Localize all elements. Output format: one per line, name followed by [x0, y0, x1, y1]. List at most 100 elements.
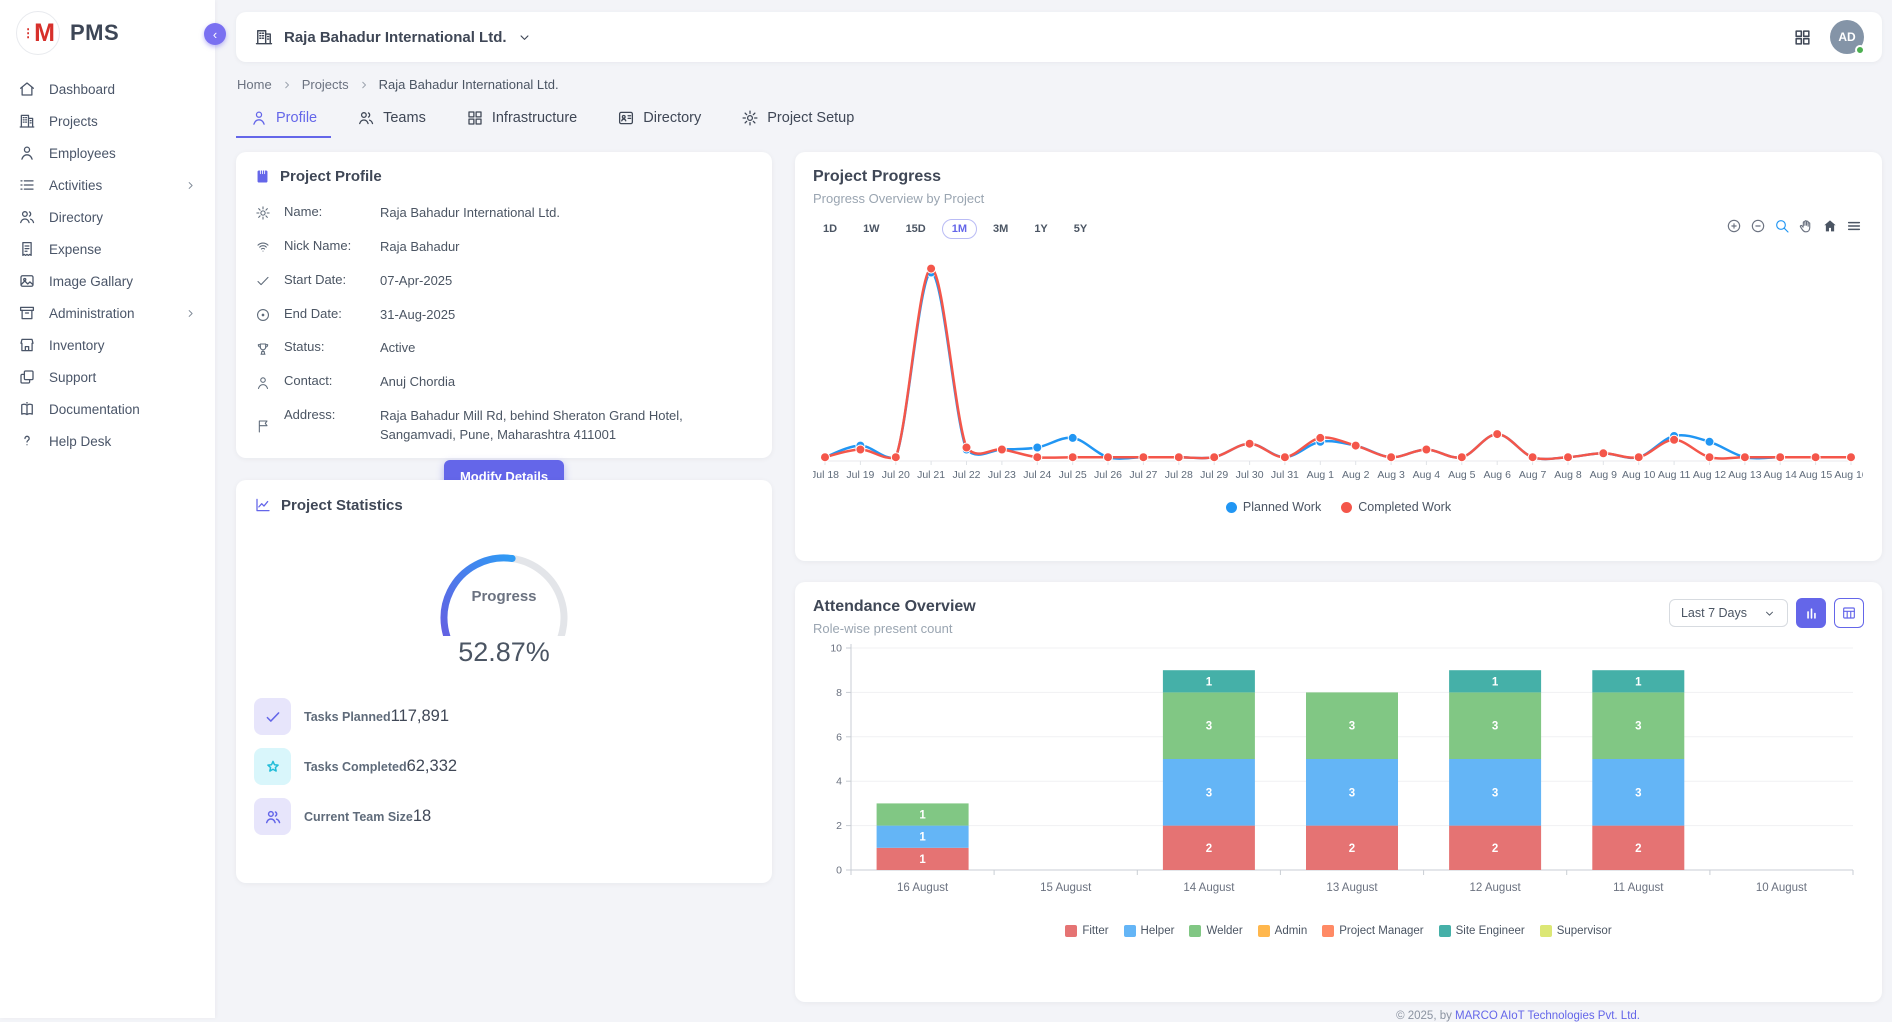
legend-project-manager[interactable]: Project Manager [1322, 925, 1423, 937]
company-selector[interactable]: Raja Bahadur International Ltd. [254, 27, 532, 47]
sidebar-item-documentation[interactable]: Documentation [0, 393, 215, 425]
menu-icon[interactable] [1846, 218, 1862, 234]
legend-helper[interactable]: Helper [1124, 925, 1175, 937]
sidebar-item-administration[interactable]: Administration [0, 297, 215, 329]
date-range-value: Last 7 Days [1681, 606, 1747, 620]
tab-teams[interactable]: Teams [343, 103, 440, 138]
signal-icon [255, 239, 271, 255]
svg-text:3: 3 [1635, 787, 1641, 799]
project-statistics-title-row: Project Statistics [254, 496, 754, 514]
legend-site-engineer[interactable]: Site Engineer [1439, 925, 1525, 937]
svg-text:2: 2 [1206, 843, 1212, 855]
zoom-out-icon[interactable] [1750, 218, 1766, 234]
sidebar-item-help-desk[interactable]: Help Desk [0, 425, 215, 457]
range-5y[interactable]: 5Y [1064, 219, 1097, 239]
tab-profile[interactable]: Profile [236, 103, 331, 138]
attendance-bar-chart[interactable]: 024681011116 August15 August233114 Augus… [813, 636, 1864, 923]
svg-text:2: 2 [1349, 843, 1355, 855]
tab-infrastructure[interactable]: Infrastructure [452, 103, 591, 138]
svg-text:Aug 6: Aug 6 [1483, 469, 1511, 481]
svg-text:Jul 30: Jul 30 [1236, 469, 1264, 481]
range-1w[interactable]: 1W [853, 219, 890, 239]
svg-text:3: 3 [1349, 721, 1355, 733]
sidebar-item-expense[interactable]: Expense [0, 233, 215, 265]
sidebar-item-activities[interactable]: Activities [0, 169, 215, 201]
table-icon [1841, 605, 1857, 621]
sidebar-item-dashboard[interactable]: Dashboard [0, 73, 215, 105]
legend-admin[interactable]: Admin [1258, 925, 1308, 937]
zoom-in-icon[interactable] [1726, 218, 1742, 234]
image-icon [18, 272, 36, 290]
svg-text:2: 2 [1492, 843, 1498, 855]
company-name: Raja Bahadur International Ltd. [284, 29, 507, 46]
user-avatar[interactable]: AD [1830, 20, 1864, 54]
svg-text:4: 4 [836, 776, 842, 788]
range-1m[interactable]: 1M [942, 219, 977, 239]
legend-completed-work[interactable]: Completed Work [1341, 500, 1451, 514]
sidebar-item-label: Projects [49, 114, 98, 129]
sidebar-item-inventory[interactable]: Inventory [0, 329, 215, 361]
line-chart-svg: Jul 18Jul 19Jul 20Jul 21Jul 22Jul 23Jul … [813, 243, 1863, 495]
field-label: Start Date: [284, 272, 368, 291]
svg-text:Aug 15: Aug 15 [1799, 469, 1832, 481]
flag-icon [255, 418, 271, 434]
field-label: End Date: [284, 306, 368, 325]
range-1y[interactable]: 1Y [1024, 219, 1057, 239]
svg-text:3: 3 [1635, 721, 1641, 733]
chevron-down-icon [1763, 607, 1776, 620]
selection-zoom-icon [1774, 218, 1790, 234]
tab-project-setup[interactable]: Project Setup [727, 103, 868, 138]
footer-company-link[interactable]: MARCO AIoT Technologies Pvt. Ltd. [1455, 1010, 1640, 1022]
gauge-svg [419, 536, 589, 636]
pan-icon[interactable] [1798, 218, 1814, 234]
sidebar-item-projects[interactable]: Projects [0, 105, 215, 137]
breadcrumb-item-projects[interactable]: Projects [302, 77, 349, 92]
content: Project Profile Name:Raja Bahadur Intern… [236, 152, 1882, 1002]
zoom-in-icon [1726, 218, 1742, 234]
legend-planned-work[interactable]: Planned Work [1226, 500, 1321, 514]
svg-text:3: 3 [1492, 721, 1498, 733]
trophy-icon [255, 341, 271, 357]
svg-text:16 August: 16 August [897, 882, 949, 894]
svg-text:1: 1 [1635, 676, 1642, 688]
main-area: Raja Bahadur International Ltd. AD Home P… [215, 0, 1892, 1018]
svg-text:15 August: 15 August [1040, 882, 1092, 894]
table-view-button[interactable] [1834, 598, 1864, 628]
date-range-select[interactable]: Last 7 Days [1669, 599, 1788, 627]
notebook-icon [254, 168, 271, 185]
apps-grid-icon[interactable] [1793, 28, 1812, 47]
profile-field-contact: Contact:Anuj Chordia [254, 373, 754, 392]
progress-line-chart[interactable]: Jul 18Jul 19Jul 20Jul 21Jul 22Jul 23Jul … [813, 243, 1864, 500]
range-15d[interactable]: 15D [896, 219, 936, 239]
legend-supervisor[interactable]: Supervisor [1540, 925, 1612, 937]
sidebar-item-directory[interactable]: Directory [0, 201, 215, 233]
sidebar-collapse-button[interactable]: ‹ [204, 23, 226, 45]
chart-toolbar [1726, 218, 1862, 234]
legend-welder[interactable]: Welder [1189, 925, 1242, 937]
svg-text:Aug 13: Aug 13 [1728, 469, 1761, 481]
receipt-icon [18, 240, 36, 258]
svg-text:Aug 7: Aug 7 [1519, 469, 1547, 481]
gear-icon [741, 109, 759, 127]
svg-text:Aug 10: Aug 10 [1622, 469, 1655, 481]
svg-text:Aug 8: Aug 8 [1554, 469, 1582, 481]
breadcrumb-item-home[interactable]: Home [237, 77, 272, 92]
field-label: Name: [284, 204, 368, 223]
field-label: Nick Name: [284, 238, 368, 257]
tab-directory[interactable]: Directory [603, 103, 715, 138]
svg-text:Aug 4: Aug 4 [1413, 469, 1441, 481]
person-icon [18, 144, 36, 162]
grid-icon [466, 109, 484, 127]
range-3m[interactable]: 3M [983, 219, 1018, 239]
home-icon[interactable] [1822, 218, 1838, 234]
legend-fitter[interactable]: Fitter [1065, 925, 1108, 937]
bar-view-button[interactable] [1796, 598, 1826, 628]
sidebar-item-employees[interactable]: Employees [0, 137, 215, 169]
field-value: Anuj Chordia [380, 373, 700, 392]
sidebar-item-image-gallary[interactable]: Image Gallary [0, 265, 215, 297]
bar-chart-svg: 024681011116 August15 August233114 Augus… [813, 636, 1863, 918]
zoom-out-icon [1750, 218, 1766, 234]
sidebar-item-support[interactable]: Support [0, 361, 215, 393]
range-1d[interactable]: 1D [813, 219, 847, 239]
selection-zoom-icon[interactable] [1774, 218, 1790, 234]
